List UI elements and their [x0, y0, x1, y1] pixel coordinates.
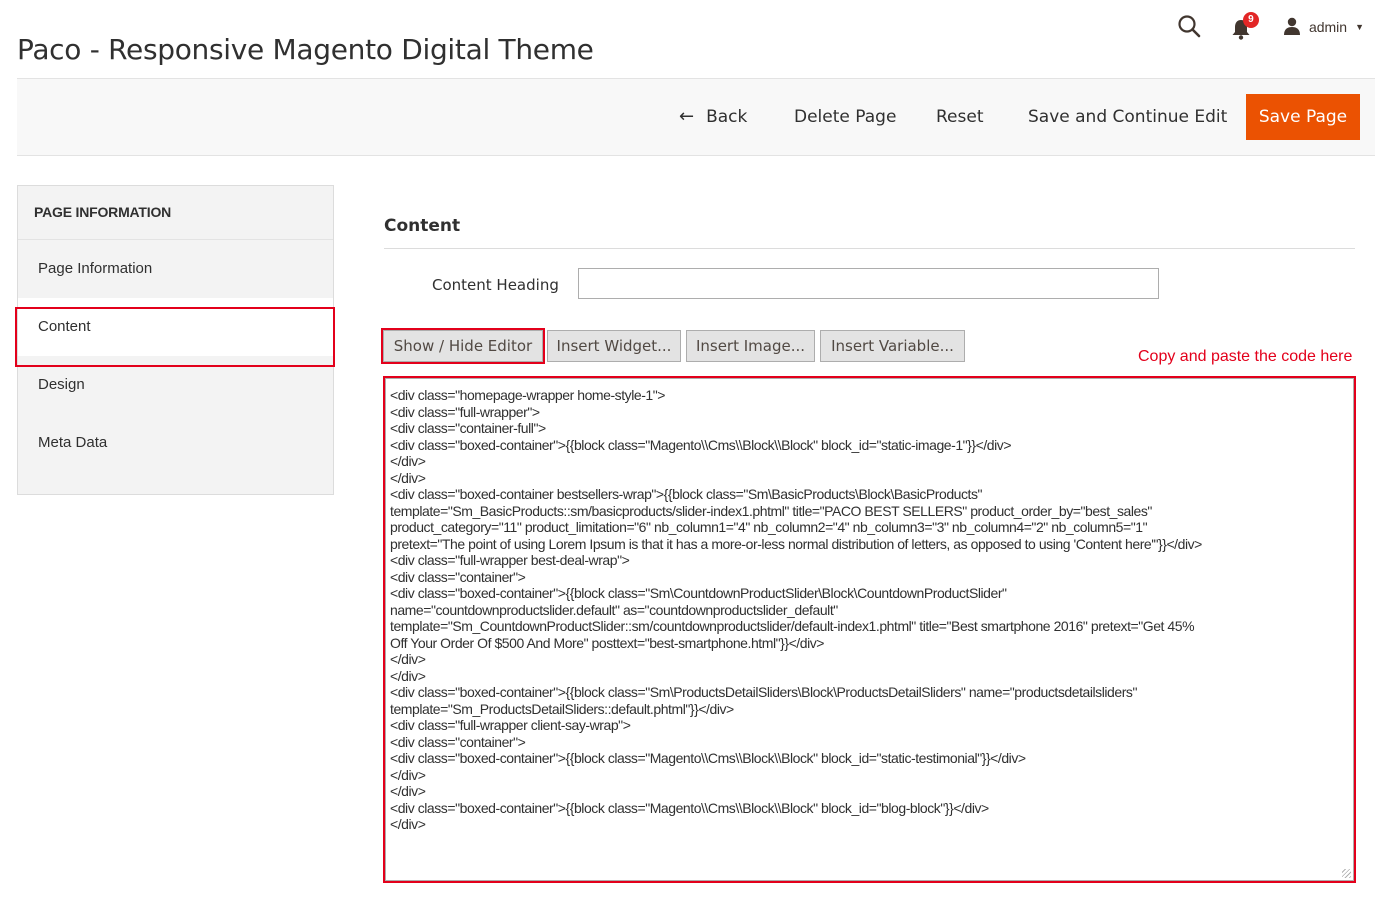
- insert-variable-button[interactable]: Insert Variable...: [820, 330, 965, 362]
- resize-handle[interactable]: [1342, 869, 1351, 878]
- page-actions-toolbar: ← Back Delete Page Reset Save and Continu…: [17, 78, 1375, 156]
- section-divider: [384, 248, 1355, 249]
- content-heading-label: Content Heading: [432, 276, 559, 294]
- annotation-text: Copy and paste the code here: [1138, 348, 1353, 365]
- back-button[interactable]: ← Back: [679, 94, 747, 140]
- user-menu[interactable]: admin ▼: [1283, 17, 1364, 38]
- delete-page-button[interactable]: Delete Page: [794, 94, 896, 140]
- notification-badge: 9: [1242, 12, 1259, 28]
- notifications-button[interactable]: 9: [1231, 12, 1259, 40]
- sidebar-title: PAGE INFORMATION: [18, 186, 333, 240]
- back-label: Back: [706, 107, 748, 127]
- save-and-continue-button[interactable]: Save and Continue Edit: [1028, 94, 1227, 140]
- sidebar-item-design[interactable]: Design: [18, 356, 333, 414]
- sidebar-item-page-information[interactable]: Page Information: [18, 240, 333, 298]
- arrow-left-icon: ←: [679, 106, 695, 127]
- save-page-button[interactable]: Save Page: [1246, 94, 1360, 140]
- section-title: Content: [384, 216, 461, 236]
- content-heading-input[interactable]: [578, 268, 1159, 299]
- user-icon: [1283, 17, 1301, 38]
- header-actions: 9 admin ▼: [1177, 12, 1364, 40]
- show-hide-editor-button[interactable]: Show / Hide Editor: [383, 330, 543, 362]
- sidebar-item-meta-data[interactable]: Meta Data: [18, 414, 333, 472]
- content-code-editor[interactable]: <div class="homepage-wrapper home-style-…: [385, 378, 1354, 881]
- search-icon[interactable]: [1177, 14, 1203, 40]
- page-title: Paco - Responsive Magento Digital Theme: [17, 32, 594, 66]
- sidebar-item-content[interactable]: Content: [18, 298, 333, 356]
- insert-image-button[interactable]: Insert Image...: [686, 330, 815, 362]
- user-name: admin: [1308, 19, 1348, 35]
- sidebar: PAGE INFORMATION Page Information Conten…: [17, 185, 334, 495]
- insert-widget-button[interactable]: Insert Widget...: [547, 330, 681, 362]
- chevron-down-icon: ▼: [1355, 22, 1364, 32]
- reset-button[interactable]: Reset: [936, 94, 984, 140]
